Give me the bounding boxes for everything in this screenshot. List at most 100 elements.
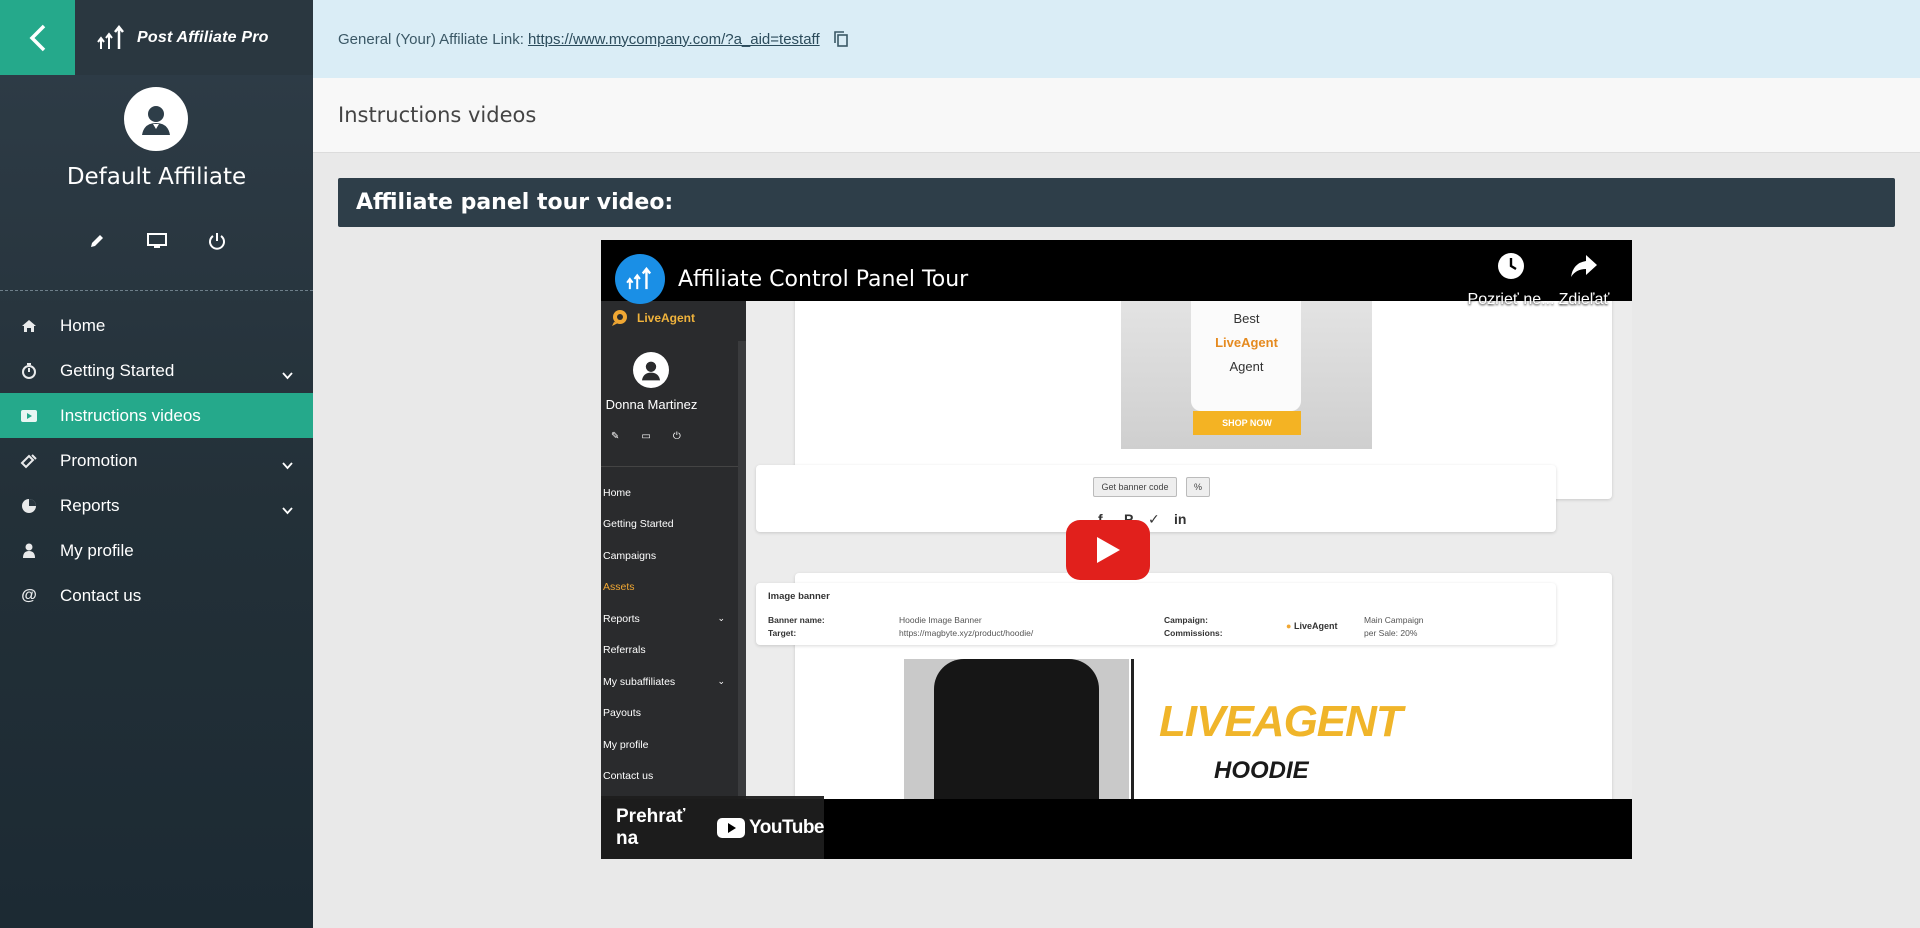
sidebar-item-getting-started[interactable]: Getting Started [0, 348, 313, 393]
edit-profile-button[interactable] [86, 230, 108, 252]
campaign-label: Campaign: [1164, 615, 1208, 625]
watch-on-label: Prehrať na [616, 805, 686, 849]
frame-nav-item: My profile [603, 738, 649, 751]
chevron-down-icon [282, 365, 293, 385]
chevron-down-icon: ⌄ [717, 676, 725, 687]
frame-nav-item: Referrals [603, 644, 646, 657]
youtube-video-player[interactable]: Affiliate Control Panel Tour Pozrieť ne.… [601, 240, 1632, 859]
frame-image-banner-info: Image banner Banner name: Target: Hoodie… [756, 583, 1556, 645]
frame-sidebar: LiveAgent Donna Martinez ✎ ▭ ⏻ Home Gett… [601, 301, 746, 801]
sidebar-item-my-profile[interactable]: My profile [0, 528, 313, 573]
play-button[interactable] [1066, 520, 1150, 580]
chart-pie-icon [19, 498, 39, 514]
hoodie-subtitle: HOODIE [1214, 757, 1309, 784]
sidebar-item-label: Home [60, 315, 106, 335]
brand-logo[interactable]: Post Affiliate Pro [75, 0, 313, 75]
twitter-icon: ✓ [1148, 511, 1160, 527]
sidebar-nav: Home Getting Started Instructions videos… [0, 303, 313, 618]
page-title: Instructions videos [313, 78, 1920, 153]
sidebar-item-label: Instructions videos [60, 405, 201, 425]
brand-arrows-icon [97, 24, 124, 49]
avatar[interactable] [124, 87, 188, 151]
frame-scrollbar [738, 341, 746, 801]
frame-nav-item: Contact us [603, 770, 654, 783]
video-footer: Prehrať na YouTube [601, 796, 1632, 859]
frame-nav-item: Payouts [603, 707, 641, 720]
brand-arrows-icon [626, 267, 652, 290]
stopwatch-icon [19, 362, 39, 379]
hoodie-banner-text: LIVEAGENT HOODIE [1131, 659, 1511, 801]
at-icon: @ [21, 586, 37, 604]
mug-banner-image: Best LiveAgent Agent SHOP NOW [1121, 301, 1372, 449]
desktop-view-button[interactable] [146, 230, 168, 252]
logout-button[interactable] [206, 230, 228, 252]
share-icon [1571, 255, 1597, 277]
channel-avatar[interactable] [615, 254, 665, 304]
power-icon [208, 233, 225, 250]
frame-nav: Home Getting Started Campaigns Assets Re… [603, 477, 728, 792]
commissions-value: per Sale: 20% [1364, 628, 1418, 638]
share-button[interactable]: Zdieľať [1539, 252, 1629, 309]
frame-nav-item: Home [603, 486, 632, 499]
power-icon: ⏻ [672, 431, 681, 442]
mug-text: Best LiveAgent Agent [1215, 311, 1278, 374]
sidebar-item-home[interactable]: Home [0, 303, 313, 348]
watch-on-youtube-button[interactable]: Prehrať na YouTube [601, 796, 824, 859]
chevron-down-icon [282, 455, 293, 475]
frame-avatar [633, 352, 669, 388]
sidebar-item-label: Getting Started [60, 360, 175, 380]
video-title[interactable]: Affiliate Control Panel Tour [678, 267, 968, 292]
hoodie-title: LIVEAGENT [1159, 697, 1403, 746]
frame-divider [601, 466, 739, 467]
link-icon: % [1186, 477, 1210, 497]
speech-bubble-icon [612, 310, 627, 326]
sidebar-item-reports[interactable]: Reports [0, 483, 313, 528]
affiliate-link-label: General (Your) Affiliate Link: [338, 30, 524, 48]
user-icon [19, 543, 39, 558]
home-icon [19, 319, 39, 333]
back-button[interactable] [0, 0, 75, 75]
frame-nav-item: Getting Started [603, 518, 674, 531]
linkedin-icon: in [1174, 511, 1187, 527]
campaign-brand: ● LiveAgent [1286, 621, 1338, 631]
youtube-logo: YouTube [717, 817, 824, 839]
sidebar-item-instructions-videos[interactable]: Instructions videos [0, 393, 313, 438]
clock-icon [1498, 253, 1524, 279]
commissions-label: Commissions: [1164, 628, 1223, 638]
sidebar-divider [0, 290, 313, 291]
promotion-icon [19, 453, 39, 469]
frame-nav-item: Assets [603, 581, 635, 594]
copy-icon[interactable] [833, 31, 848, 47]
video-icon [19, 409, 39, 423]
frame-nav-item: Reports ⌄ [603, 612, 725, 625]
chevron-left-icon [29, 24, 45, 51]
play-icon [1097, 537, 1120, 563]
user-actions [0, 230, 313, 252]
frame-nav-item: My subaffiliates ⌄ [603, 675, 725, 688]
panel-title: Affiliate panel tour video: [338, 178, 1895, 227]
target-label: Target: [768, 628, 797, 638]
pencil-icon [90, 235, 103, 247]
chevron-down-icon: ⌄ [717, 613, 725, 624]
target-value: https://magbyte.xyz/product/hoodie/ [899, 628, 1034, 638]
monitor-icon: ▭ [641, 431, 651, 442]
hoodie-shape [934, 659, 1099, 801]
user-avatar-icon [142, 106, 170, 135]
chevron-down-icon [282, 500, 293, 520]
affiliate-link[interactable]: https://www.mycompany.com/?a_aid=testaff [528, 31, 820, 48]
sidebar-item-label: Promotion [60, 450, 138, 470]
banner-name-value: Hoodie Image Banner [899, 615, 982, 625]
sidebar-item-label: Contact us [60, 585, 142, 605]
sidebar: Post Affiliate Pro Default Affiliate Hom… [0, 0, 313, 928]
pencil-icon: ✎ [611, 431, 620, 442]
sidebar-item-promotion[interactable]: Promotion [0, 438, 313, 483]
sidebar-item-contact-us[interactable]: @ Contact us [0, 573, 313, 618]
sidebar-item-label: My profile [60, 540, 134, 560]
shop-now-button: SHOP NOW [1193, 411, 1301, 435]
frame-content: Best LiveAgent Agent SHOP NOW Get banner… [746, 291, 1632, 813]
brand-name: Post Affiliate Pro [137, 28, 269, 46]
get-banner-code-button: Get banner code [1093, 477, 1177, 497]
user-avatar-icon [641, 361, 661, 381]
share-label: Zdieľať [1558, 291, 1610, 308]
frame-user-actions: ✎ ▭ ⏻ [611, 431, 681, 442]
